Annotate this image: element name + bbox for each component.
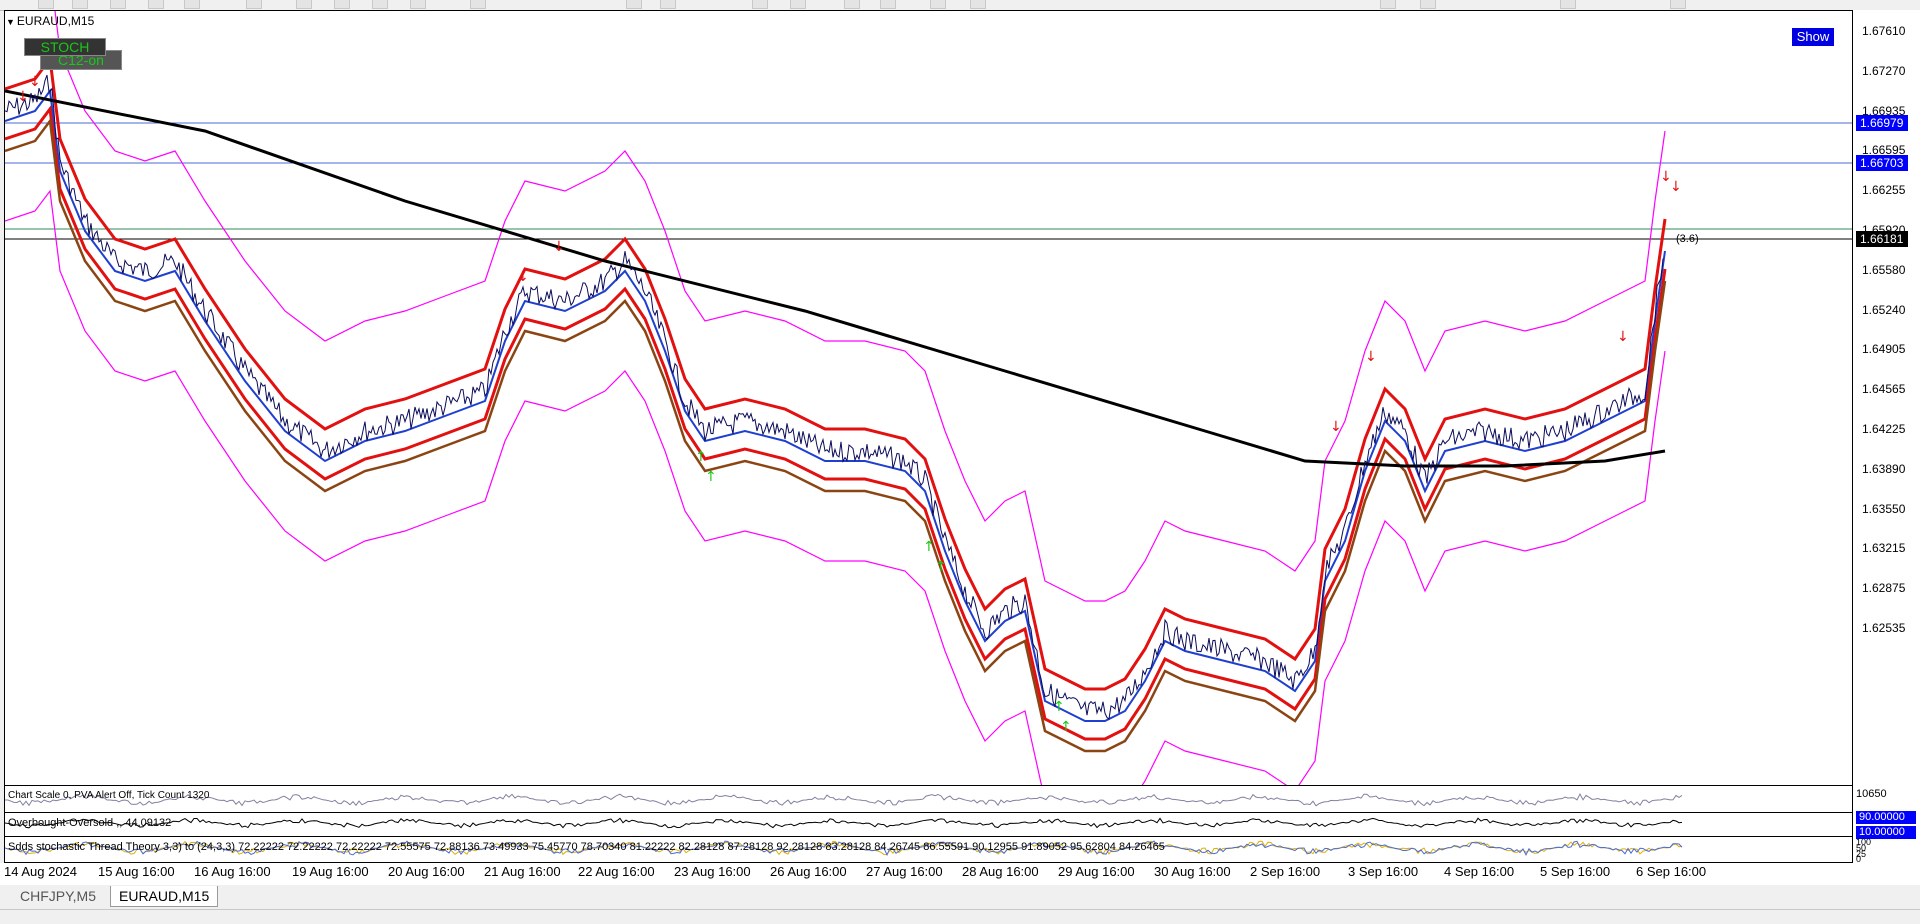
- time-axis-label: 19 Aug 16:00: [292, 864, 369, 879]
- chart-scale-info: Chart Scale 0, PVA Alert Off, Tick Count…: [8, 790, 210, 801]
- toolbar-button[interactable]: [1670, 0, 1686, 9]
- price-axis-label: 1.63890: [1862, 461, 1906, 476]
- time-axis-label: 3 Sep 16:00: [1348, 864, 1419, 879]
- price-axis-label: 1.65580: [1862, 262, 1906, 277]
- time-axis-label: 16 Aug 16:00: [194, 864, 271, 879]
- toolbar-button[interactable]: [1560, 0, 1576, 9]
- chart-tab-bar: [0, 885, 1920, 907]
- time-axis-label: 14 Aug 2024: [4, 864, 78, 879]
- price-axis-label: 1.67270: [1862, 63, 1906, 78]
- time-axis-label: 6 Sep 16:00: [1636, 864, 1707, 879]
- stochastic-label: Sdds stochastic Thread Theory 3,3) to (2…: [8, 841, 1165, 853]
- toolbar-button[interactable]: [110, 0, 126, 9]
- toolbar-button[interactable]: [184, 0, 200, 9]
- chart-symbol-title: ▼ EURAUD,M15: [6, 14, 94, 28]
- toolbar-button[interactable]: [660, 0, 676, 9]
- volume-histogram: [5, 792, 1683, 807]
- price-chart[interactable]: ↓↓↓↓↓↓↓↓↓↑↑↑↑↑↑: [5, 11, 1853, 785]
- ema-blue: [5, 88, 1666, 722]
- current-price-tag: 1.66181: [1856, 231, 1908, 247]
- band-red-upper: [5, 55, 1667, 691]
- toolbar-button[interactable]: [148, 0, 164, 9]
- tab-chfjpy[interactable]: CHFJPY,M5: [12, 886, 104, 906]
- toolbar-button[interactable]: [790, 0, 806, 9]
- time-axis-label: 28 Aug 16:00: [962, 864, 1039, 879]
- price-axis-label: 1.63215: [1862, 541, 1906, 556]
- toolbar-button[interactable]: [880, 0, 896, 9]
- time-axis-label: 22 Aug 16:00: [578, 864, 655, 879]
- overbought-oversold-line: [5, 817, 1683, 829]
- toolbar-button[interactable]: [410, 0, 426, 9]
- toolbar-button[interactable]: [246, 0, 262, 9]
- price-axis-label: 1.64225: [1862, 422, 1906, 436]
- buy-arrow-icon: ↑: [923, 539, 935, 555]
- toolbar-button[interactable]: [970, 0, 986, 9]
- stoch-label[interactable]: STOCH: [24, 38, 106, 56]
- toolbar-button[interactable]: [296, 0, 312, 9]
- buy-arrow-icon: ↑: [1060, 719, 1072, 735]
- time-axis-label: 29 Aug 16:00: [1058, 864, 1135, 879]
- toolbar-button[interactable]: [1420, 0, 1436, 9]
- time-axis-label: 15 Aug 16:00: [98, 864, 175, 879]
- sub-scale-top: 10650: [1856, 788, 1887, 800]
- toolbar-button[interactable]: [72, 0, 88, 9]
- price-axis-label: 1.63550: [1862, 501, 1906, 516]
- time-axis-label: 4 Sep 16:00: [1444, 864, 1515, 879]
- toolbar-button[interactable]: [470, 0, 486, 9]
- tab-euraud[interactable]: EURAUD,M15: [110, 886, 219, 907]
- price-axis-label: 1.62535: [1862, 621, 1906, 635]
- sub-scale-level-high: 90.00000: [1856, 811, 1916, 824]
- time-axis-label: 23 Aug 16:00: [674, 864, 751, 879]
- toolbar-button[interactable]: [372, 0, 388, 9]
- time-axis-label: 27 Aug 16:00: [866, 864, 943, 879]
- overbought-oversold-label: Overbought-Oversold ,, 44.09132: [8, 817, 172, 829]
- status-bar: [0, 909, 1920, 924]
- sell-arrow-icon: ↓: [1670, 179, 1682, 195]
- sell-arrow-icon: ↓: [1330, 419, 1342, 435]
- symbol-timeframe: EURAUD,M15: [16, 14, 95, 28]
- toolbar-button[interactable]: [334, 0, 350, 9]
- buy-arrow-icon: ↑: [705, 469, 717, 485]
- time-axis-label: 5 Sep 16:00: [1540, 864, 1611, 879]
- time-axis[interactable]: [0, 863, 1920, 885]
- time-axis-label: 20 Aug 16:00: [388, 864, 465, 879]
- sell-arrow-icon: ↓: [17, 89, 29, 105]
- time-axis-label: 26 Aug 16:00: [770, 864, 847, 879]
- sell-arrow-icon: ↓: [1617, 329, 1629, 345]
- price-tag-line2: 1.66703: [1856, 155, 1908, 171]
- sell-arrow-icon: ↓: [1365, 349, 1377, 365]
- buy-arrow-icon: ↑: [695, 449, 707, 465]
- buy-arrow-icon: ↑: [1053, 699, 1065, 715]
- time-axis-label: 2 Sep 16:00: [1250, 864, 1321, 879]
- sell-arrow-icon: ↓: [553, 239, 565, 255]
- toolbar-button[interactable]: [626, 0, 642, 9]
- toolbar-button[interactable]: [38, 0, 54, 9]
- dropdown-arrow-icon[interactable]: ▼: [6, 17, 15, 27]
- toolbar-button[interactable]: [844, 0, 860, 9]
- band-magenta-upper: [54, 11, 1666, 602]
- toolbar-button[interactable]: [930, 0, 946, 9]
- price-axis-label: 1.62875: [1862, 581, 1906, 596]
- show-button[interactable]: Show: [1792, 28, 1834, 46]
- sell-arrow-icon: ↓: [517, 269, 529, 285]
- buy-arrow-icon: ↑: [935, 559, 947, 575]
- price-axis-label: 1.64905: [1862, 342, 1906, 357]
- time-axis-label: 30 Aug 16:00: [1154, 864, 1231, 879]
- price-axis-label: 1.66255: [1862, 183, 1906, 198]
- price-axis-label: 1.64565: [1862, 382, 1906, 397]
- toolbar-button[interactable]: [752, 0, 768, 9]
- price-axis[interactable]: [1852, 10, 1920, 863]
- price-tag-line1: 1.66979: [1856, 115, 1908, 131]
- price-axis-label: 1.65240: [1862, 302, 1906, 317]
- toolbar-button[interactable]: [1380, 0, 1396, 9]
- time-axis-label: 21 Aug 16:00: [484, 864, 561, 879]
- price-series: [5, 74, 1664, 720]
- sell-arrow-icon: ↓: [29, 74, 41, 90]
- price-note: (3.6): [1676, 233, 1699, 245]
- price-axis-label: 1.67610: [1862, 24, 1906, 38]
